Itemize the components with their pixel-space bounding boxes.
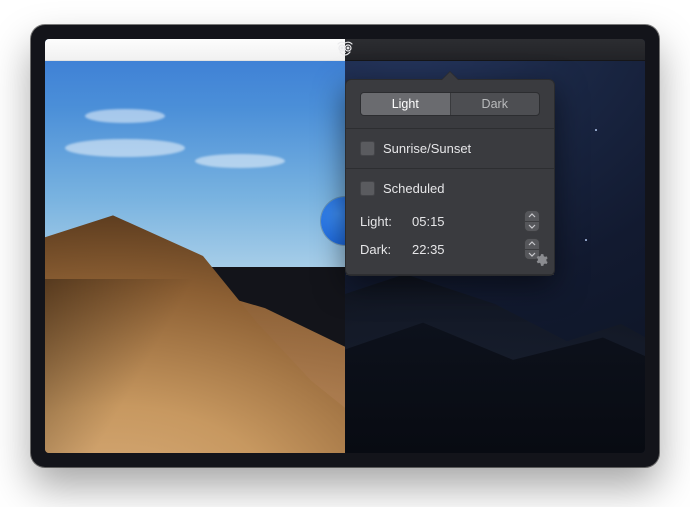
menubar-light	[45, 39, 345, 61]
sunrise-sunset-label: Sunrise/Sunset	[383, 141, 471, 156]
dark-time-label: Dark:	[360, 242, 402, 257]
dune-front	[45, 163, 345, 453]
light-time-label: Light:	[360, 214, 402, 229]
app-window: Light Dark Sunrise/Sunset Scheduled	[31, 25, 659, 467]
sunrise-sunset-row[interactable]: Sunrise/Sunset	[360, 141, 540, 156]
popover: Light Dark Sunrise/Sunset Scheduled	[345, 79, 555, 276]
segmented-section: Light Dark	[346, 80, 554, 129]
cloud	[65, 139, 185, 157]
light-time-stepper[interactable]	[524, 210, 540, 232]
chevron-down-icon[interactable]	[525, 221, 539, 232]
viewport: Light Dark Sunrise/Sunset Scheduled	[45, 39, 645, 453]
dark-time-value[interactable]: 22:35	[412, 242, 514, 257]
day-dunes	[45, 163, 345, 453]
appearance-segment: Light Dark	[360, 92, 540, 116]
sunrise-sunset-checkbox[interactable]	[360, 141, 375, 156]
gear-icon[interactable]	[534, 253, 548, 270]
sunrise-section: Sunrise/Sunset	[346, 129, 554, 169]
scheduled-label: Scheduled	[383, 181, 444, 196]
chevron-up-icon[interactable]	[525, 211, 539, 221]
scheduled-checkbox[interactable]	[360, 181, 375, 196]
dark-time-row: Dark: 22:35	[360, 238, 540, 260]
scheduled-row[interactable]: Scheduled	[360, 181, 540, 196]
day-half	[45, 39, 345, 453]
light-time-row: Light: 05:15	[360, 210, 540, 232]
chevron-up-icon[interactable]	[525, 239, 539, 249]
cloud	[85, 109, 165, 123]
menubar-dark	[345, 39, 645, 61]
owl-icon[interactable]	[335, 41, 355, 64]
split-wallpaper: Light Dark Sunrise/Sunset Scheduled	[45, 39, 645, 453]
scheduled-section: Scheduled Light: 05:15 Dark: 22:35	[346, 169, 554, 275]
segment-dark[interactable]: Dark	[450, 93, 540, 115]
segment-light[interactable]: Light	[361, 93, 450, 115]
light-time-value[interactable]: 05:15	[412, 214, 514, 229]
